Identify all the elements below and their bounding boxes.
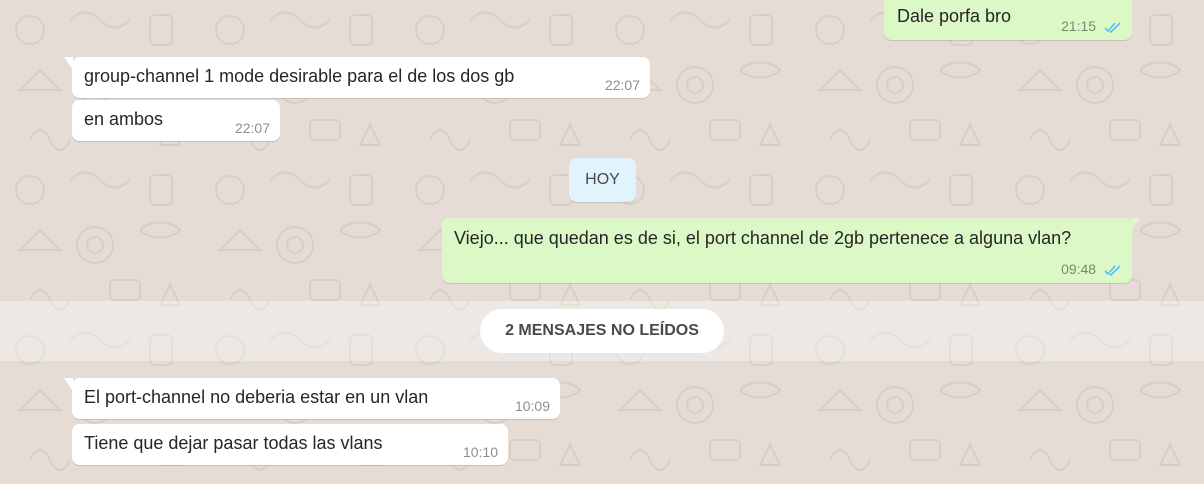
message-time: 09:48 (1061, 261, 1097, 277)
bubble-tail (64, 57, 73, 70)
bubble-tail (64, 378, 73, 391)
double-check-icon (1104, 265, 1121, 276)
message-time: 22:07 (234, 120, 270, 136)
message-meta: 09:48 (1061, 262, 1122, 276)
message-text: en ambos (84, 109, 164, 129)
date-divider: HOY (569, 158, 636, 202)
message-text: group-channel 1 mode desirable para el d… (84, 66, 515, 86)
incoming-message[interactable]: en ambos 22:07 (72, 100, 280, 141)
bubble-tail (1131, 218, 1140, 231)
message-time: 10:10 (462, 444, 498, 460)
message-time: 22:07 (604, 77, 640, 93)
message-text: Tiene que dejar pasar todas las vlans (84, 433, 383, 453)
message-meta: 21:15 (1061, 19, 1122, 33)
incoming-message[interactable]: El port-channel no deberia estar en un v… (64, 378, 560, 419)
double-check-icon (1104, 22, 1121, 33)
message-time: 10:09 (514, 398, 550, 414)
message-time: 21:15 (1061, 18, 1097, 34)
outgoing-message[interactable]: Dale porfa bro 21:15 (884, 0, 1132, 40)
incoming-message[interactable]: Tiene que dejar pasar todas las vlans 10… (72, 424, 508, 465)
message-text: Viejo... que quedan es de si, el port ch… (454, 228, 1072, 248)
unread-messages-divider: 2 MENSAJES NO LEÍDOS (480, 309, 724, 353)
message-text: Dale porfa bro (897, 6, 1012, 26)
incoming-message[interactable]: group-channel 1 mode desirable para el d… (64, 57, 650, 98)
message-text: El port-channel no deberia estar en un v… (84, 387, 429, 407)
outgoing-message[interactable]: Viejo... que quedan es de si, el port ch… (442, 218, 1140, 283)
